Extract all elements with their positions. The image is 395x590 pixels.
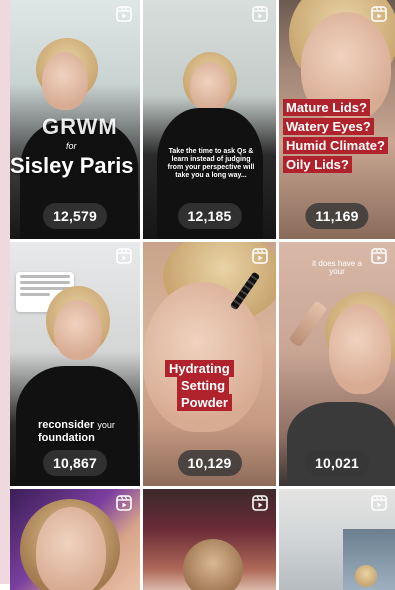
view-count-badge: 12,579 xyxy=(42,203,108,229)
reels-icon xyxy=(116,6,132,22)
reels-icon xyxy=(371,6,387,22)
face xyxy=(54,300,102,360)
view-count-badge: 11,169 xyxy=(305,203,369,229)
overlay-for: for xyxy=(66,141,77,151)
left-border-strip xyxy=(0,0,10,584)
view-count-badge: 12,185 xyxy=(177,203,242,229)
red-label-1: Mature Lids? xyxy=(283,99,370,116)
overlay-line1: reconsider your xyxy=(38,419,115,431)
reels-icon xyxy=(371,248,387,264)
reels-grid: GRWM for Sisley Paris 12,579 Take the ti… xyxy=(10,0,395,590)
reel-tile-7[interactable] xyxy=(10,489,140,590)
red-label-2: Setting xyxy=(177,377,230,394)
reel-tile-2[interactable]: Take the time to ask Qs & learn instead … xyxy=(143,0,276,239)
view-count-badge: 10,129 xyxy=(177,450,242,476)
reels-icon xyxy=(252,248,268,264)
overlay-title: GRWM xyxy=(42,114,118,139)
reel-tile-4[interactable]: reconsider your foundation 10,867 xyxy=(10,242,140,486)
view-count-badge: 10,867 xyxy=(42,450,108,476)
overlay-caption: Take the time to ask Qs & learn instead … xyxy=(167,148,255,179)
overlay-line2: foundation xyxy=(38,432,95,444)
red-label-2: Watery Eyes? xyxy=(283,118,374,135)
face xyxy=(36,507,106,590)
overlay-brand: Sisley Paris xyxy=(10,153,134,178)
overlay-red-labels: Mature Lids? Watery Eyes? Humid Climate?… xyxy=(283,99,395,175)
red-label-3: Powder xyxy=(177,394,232,411)
reels-icon xyxy=(252,6,268,22)
red-label-1: Hydrating xyxy=(165,360,234,377)
red-label-4: Oily Lids? xyxy=(283,156,352,173)
reel-tile-5[interactable]: Hydrating Setting Powder 10,129 xyxy=(143,242,276,486)
reel-tile-1[interactable]: GRWM for Sisley Paris 12,579 xyxy=(10,0,140,239)
face xyxy=(42,52,88,110)
hair xyxy=(183,539,243,590)
reel-tile-8[interactable] xyxy=(143,489,276,590)
reel-tile-6[interactable]: it does have a your 10,021 xyxy=(279,242,395,486)
reel-tile-9[interactable] xyxy=(279,489,395,590)
reels-icon xyxy=(371,495,387,511)
reels-icon xyxy=(116,248,132,264)
hand xyxy=(288,300,328,348)
view-count-badge: 10,021 xyxy=(304,450,370,476)
face xyxy=(329,304,391,394)
red-label-3: Humid Climate? xyxy=(283,137,388,154)
face xyxy=(190,62,230,112)
reels-icon xyxy=(116,495,132,511)
reels-icon xyxy=(252,495,268,511)
reel-tile-3[interactable]: Mature Lids? Watery Eyes? Humid Climate?… xyxy=(279,0,395,239)
